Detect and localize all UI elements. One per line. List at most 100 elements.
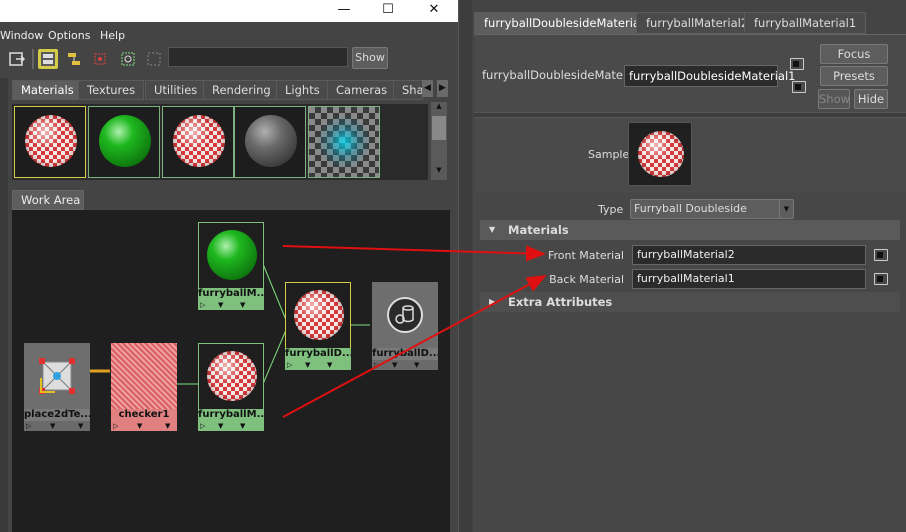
tab-rendering[interactable]: Rendering bbox=[203, 80, 280, 100]
layout-icon[interactable] bbox=[38, 49, 58, 69]
minimize-button[interactable]: — bbox=[322, 0, 366, 22]
presets-button[interactable]: Presets bbox=[820, 66, 888, 86]
go-to-input-icon[interactable] bbox=[790, 58, 804, 70]
node-label: checker1 bbox=[111, 409, 177, 421]
search-field[interactable] bbox=[168, 47, 348, 67]
tab-work-area[interactable]: Work Area bbox=[12, 190, 84, 210]
node-preview bbox=[372, 282, 438, 348]
node-name-field[interactable]: furryballDoublesideMaterial1 bbox=[624, 65, 795, 87]
tab-textures[interactable]: Textures bbox=[78, 80, 145, 100]
node-checker-ball bbox=[294, 290, 344, 340]
tab-cameras[interactable]: Cameras bbox=[327, 80, 397, 100]
swatch-checker-texture[interactable] bbox=[308, 106, 380, 178]
swatch-material-checker[interactable] bbox=[162, 106, 234, 178]
rearrange-icon[interactable] bbox=[64, 49, 84, 69]
extra-attributes-header[interactable]: ▶ Extra Attributes bbox=[480, 292, 900, 312]
node-ports[interactable]: ▷ ▼ ▼ bbox=[198, 300, 264, 310]
front-material-map-icon[interactable] bbox=[874, 249, 888, 261]
front-material-field[interactable]: furryballMaterial2 bbox=[632, 245, 866, 265]
tab-materials[interactable]: Materials bbox=[12, 80, 83, 100]
collapse-arrow-icon: ▼ bbox=[489, 225, 496, 234]
swatch-material-grey[interactable] bbox=[234, 106, 306, 178]
type-dropdown[interactable]: Furryball Doubleside Material ▼ bbox=[630, 199, 794, 233]
sample-label: Sample bbox=[588, 148, 630, 161]
menu-help[interactable]: Help bbox=[100, 29, 125, 42]
node-ports[interactable]: ▷ ▼ ▼ bbox=[285, 360, 351, 370]
tab-doubleside-material[interactable]: furryballDoublesideMaterial1 bbox=[474, 12, 661, 34]
front-material-label: Front Material bbox=[547, 249, 624, 262]
node-label: place2dTe... bbox=[24, 409, 90, 421]
tab-scroll-right-icon[interactable]: ▶ bbox=[437, 80, 448, 97]
work-area-graph[interactable]: furryballM... ▷ ▼ ▼ furryballM... ▷ ▼ ▼ furr… bbox=[12, 210, 450, 532]
scroll-down-icon[interactable]: ▼ bbox=[433, 166, 445, 178]
expand-arrow-icon: ▶ bbox=[489, 297, 496, 306]
show-button[interactable]: Show bbox=[352, 47, 388, 69]
place2d-texture-icon bbox=[39, 358, 75, 394]
graph-network-icon[interactable] bbox=[118, 49, 138, 69]
tab-scroll-left-icon[interactable]: ◀ bbox=[422, 80, 433, 97]
back-material-map-icon[interactable] bbox=[874, 273, 888, 285]
menu-window[interactable]: Window bbox=[0, 29, 43, 42]
type-label: Type bbox=[598, 203, 624, 216]
hypershade-tabs: Materials Textures Utilities Rendering L… bbox=[12, 80, 432, 100]
sample-preview bbox=[628, 122, 692, 186]
node-preview bbox=[285, 282, 351, 348]
show-attr-button[interactable]: Show bbox=[818, 89, 850, 109]
swatch-doubleside-material[interactable] bbox=[14, 106, 86, 178]
go-to-output-icon[interactable] bbox=[792, 81, 806, 93]
node-ports[interactable]: ▷ ▼ ▼ bbox=[372, 360, 438, 370]
node-checker-ball bbox=[207, 351, 257, 401]
tab-furryball-material1[interactable]: furryballMaterial1 bbox=[744, 12, 867, 34]
back-material-label: Back Material bbox=[549, 273, 624, 286]
tab-utilities[interactable]: Utilities bbox=[145, 80, 207, 100]
tab-lights[interactable]: Lights bbox=[276, 80, 329, 100]
scroll-thumb[interactable] bbox=[432, 116, 446, 140]
node-label: furryballM... bbox=[198, 288, 264, 300]
maximize-button[interactable]: ☐ bbox=[366, 0, 410, 22]
swatch-checker-ball bbox=[173, 115, 225, 167]
node-preview bbox=[198, 222, 264, 288]
materials-section-title: Materials bbox=[508, 223, 569, 237]
connection-back bbox=[262, 329, 287, 385]
shading-group-icon bbox=[387, 297, 423, 333]
node-ports[interactable]: ▷ ▼ ▼ bbox=[24, 421, 90, 431]
node-ports[interactable]: ▷ ▼ ▼ bbox=[198, 421, 264, 431]
panel-divider[interactable] bbox=[458, 0, 472, 532]
swatch-material-green[interactable] bbox=[88, 106, 160, 178]
focus-button[interactable]: Focus bbox=[820, 44, 888, 64]
attribute-area bbox=[476, 192, 906, 532]
swatch-grey-ball bbox=[245, 115, 297, 167]
node-green-ball bbox=[207, 230, 257, 280]
swatch-checker-ball bbox=[25, 115, 77, 167]
node-place2d-texture[interactable]: place2dTe... ▷ ▼ ▼ bbox=[24, 343, 90, 431]
node-checker1[interactable]: checker1 ▷ ▼ ▼ bbox=[111, 343, 177, 431]
swatch-scrollbar[interactable]: ▲ ▼ bbox=[431, 102, 447, 180]
chevron-down-icon: ▼ bbox=[779, 200, 793, 218]
node-label: furryballD... bbox=[372, 348, 438, 360]
sample-checker-ball bbox=[638, 131, 684, 177]
attribute-editor-tabs: furryballDoublesideMaterial1 furryballMa… bbox=[474, 12, 904, 34]
tab-furryball-material2[interactable]: furryballMaterial2 bbox=[636, 12, 759, 34]
extra-attributes-title: Extra Attributes bbox=[508, 295, 613, 309]
graph-input-icon[interactable] bbox=[8, 49, 28, 69]
attribute-editor: furryballDoublesideMaterial1 furryballMa… bbox=[472, 0, 906, 532]
node-furryball-doubleside[interactable]: furryballD... ▷ ▼ ▼ bbox=[285, 282, 351, 370]
node-ports[interactable]: ▷ ▼ ▼ bbox=[111, 421, 177, 431]
node-furryball-material1[interactable]: furryballM... ▷ ▼ ▼ bbox=[198, 343, 264, 431]
graph-selected-icon[interactable] bbox=[90, 49, 110, 69]
toolbar-divider bbox=[32, 49, 34, 69]
hypershade-window: — ☐ ✕ Window Options Help Show Materials… bbox=[0, 0, 458, 532]
node-preview bbox=[111, 343, 177, 409]
node-furryball-material2[interactable]: furryballM... ▷ ▼ ▼ bbox=[198, 222, 264, 310]
tab-shading[interactable]: Sha bbox=[393, 80, 423, 100]
node-shading-group[interactable]: furryballD... ▷ ▼ ▼ bbox=[372, 282, 438, 370]
scroll-up-icon[interactable]: ▲ bbox=[433, 102, 445, 114]
menu-options[interactable]: Options bbox=[48, 29, 90, 42]
clear-graph-icon[interactable] bbox=[144, 49, 164, 69]
menu-bar: Window Options Help bbox=[0, 26, 458, 46]
back-material-field[interactable]: furryballMaterial1 bbox=[632, 269, 866, 289]
swatch-texture-preview bbox=[309, 107, 379, 177]
materials-section-header[interactable]: ▼ Materials bbox=[480, 220, 900, 240]
hide-attr-button[interactable]: Hide bbox=[854, 89, 888, 109]
close-button[interactable]: ✕ bbox=[412, 0, 456, 22]
